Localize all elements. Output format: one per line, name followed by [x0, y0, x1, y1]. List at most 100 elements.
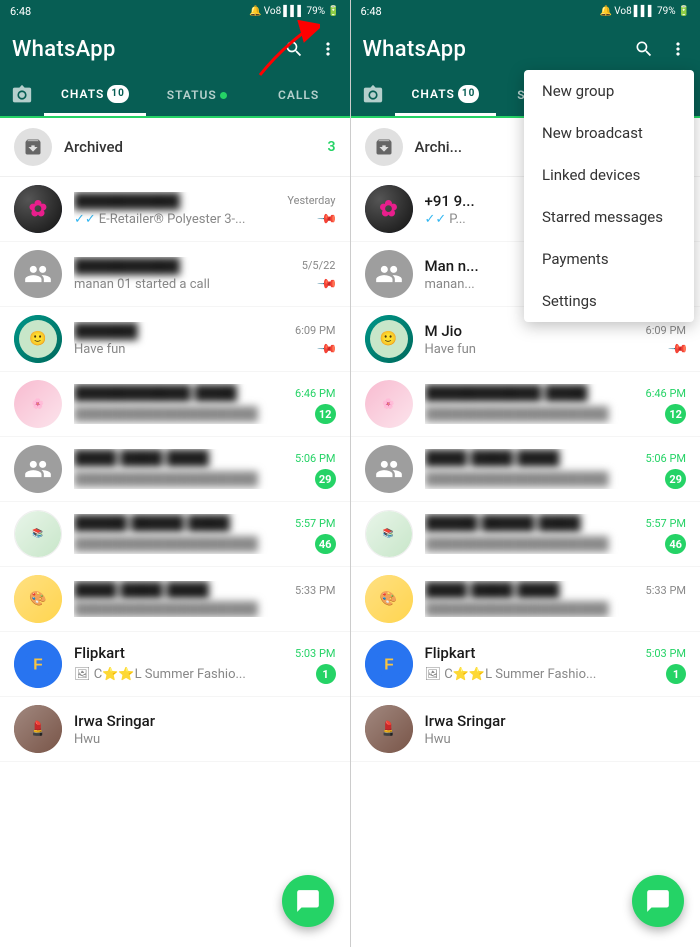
dropdown-settings[interactable]: Settings	[524, 280, 694, 322]
chat-preview-9-right: Hwu	[425, 732, 451, 747]
chat-time-2-left: 5/5/22	[302, 259, 336, 272]
avatar-7-left: 🎨	[14, 575, 62, 623]
chat-item-8-right[interactable]: F Flipkart 5:03 PM 🖼 C⭐⭐L Summer Fashio.…	[351, 632, 700, 697]
chat-content-2-left: ██████████ 5/5/22 manan 01 started a cal…	[74, 257, 336, 292]
chat-time-7-left: 5:33 PM	[295, 584, 335, 597]
chat-item-5-left[interactable]: ████ ████ ████ 5:06 PM █████████████████…	[0, 437, 350, 502]
avatar-1-left: ✿	[14, 185, 62, 233]
avatar-4-right: 🌸	[365, 380, 413, 428]
archived-text-left: Archived	[64, 138, 328, 156]
chat-preview-6-right: ████████████████████	[425, 536, 609, 552]
tab-camera-right[interactable]	[351, 84, 395, 106]
chat-preview-5-left: ████████████████████	[74, 471, 258, 487]
chat-item-1-left[interactable]: ✿ ██████████ Yesterday ✓✓ E-Retailer® Po…	[0, 177, 350, 242]
dropdown-menu: New group New broadcast Linked devices S…	[524, 70, 694, 322]
avatar-7-right: 🎨	[365, 575, 413, 623]
status-icons-left: 🔔 Vo8 ▌▌▌ 79% 🔋	[249, 6, 339, 17]
chat-time-4-right: 6:46 PM	[646, 387, 686, 400]
chat-name-1-left: ██████████	[74, 192, 180, 210]
chat-item-7-right[interactable]: 🎨 ████ ████ ████ 5:33 PM ███████████████…	[351, 567, 700, 632]
tab-chats-left[interactable]: CHATS 10	[44, 74, 146, 116]
status-dot-left	[220, 92, 227, 99]
avatar-6-left: 📚	[14, 510, 62, 558]
tab-chats-label-right: CHATS	[412, 87, 455, 101]
chat-content-6-right: █████ █████ ████ 5:57 PM ███████████████…	[425, 514, 687, 554]
chat-item-4-left[interactable]: 🌸 ███████████ ████ 6:46 PM █████████████…	[0, 372, 350, 437]
app-title-right: WhatsApp	[363, 37, 467, 62]
chat-name-6-left: █████ █████ ████	[74, 514, 230, 532]
chat-content-5-right: ████ ████ ████ 5:06 PM █████████████████…	[425, 449, 687, 489]
avatar-9-left: 💄	[14, 705, 62, 753]
avatar-4-left: 🌸	[14, 380, 62, 428]
chat-item-6-right[interactable]: 📚 █████ █████ ████ 5:57 PM █████████████…	[351, 502, 700, 567]
chat-item-8-left[interactable]: F Flipkart 5:03 PM 🖼 C⭐⭐L Summer Fashio.…	[0, 632, 350, 697]
chat-time-5-left: 5:06 PM	[295, 452, 335, 465]
chat-time-8-left: 5:03 PM	[295, 647, 335, 660]
chat-time-1-left: Yesterday	[287, 194, 335, 207]
chat-content-3-left: ██████ 6:09 PM Have fun 📌	[74, 322, 336, 357]
tab-status-left[interactable]: STATUS	[146, 74, 248, 116]
dropdown-linked-devices[interactable]: Linked devices	[524, 154, 694, 196]
chat-item-3-left[interactable]: 🙂 ██████ 6:09 PM Have fun 📌	[0, 307, 350, 372]
dropdown-payments[interactable]: Payments	[524, 238, 694, 280]
more-vert-icon-right[interactable]	[668, 39, 688, 59]
search-icon-right[interactable]	[634, 39, 654, 59]
tab-calls-label-left: CALLS	[278, 88, 319, 102]
chat-preview-8-right: 🖼 C⭐⭐L Summer Fashio...	[425, 667, 597, 682]
search-icon[interactable]	[284, 39, 304, 59]
avatar-1-right: ✿	[365, 185, 413, 233]
chat-preview-4-right: ████████████████████	[425, 406, 609, 422]
avatar-2-left	[14, 250, 62, 298]
status-time-left: 6:48	[10, 5, 31, 18]
chat-item-6-left[interactable]: 📚 █████ █████ ████ 5:57 PM █████████████…	[0, 502, 350, 567]
tab-chats-right[interactable]: CHATS 10	[395, 74, 497, 116]
chat-name-5-right: ████ ████ ████	[425, 449, 560, 467]
more-vert-icon[interactable]	[318, 39, 338, 59]
avatar-3-left: 🙂	[14, 315, 62, 363]
tabs-bar-left: CHATS 10 STATUS CALLS	[0, 74, 350, 118]
chat-content-3-right: M Jio 6:09 PM Have fun 📌	[425, 322, 687, 357]
fab-right[interactable]	[632, 875, 684, 927]
chat-time-8-right: 5:03 PM	[646, 647, 686, 660]
chat-item-7-left[interactable]: 🎨 ████ ████ ████ 5:33 PM ███████████████…	[0, 567, 350, 632]
dropdown-starred-messages[interactable]: Starred messages	[524, 196, 694, 238]
chat-item-2-left[interactable]: ██████████ 5/5/22 manan 01 started a cal…	[0, 242, 350, 307]
fab-left[interactable]	[282, 875, 334, 927]
app-title-left: WhatsApp	[12, 37, 116, 62]
chat-item-4-right[interactable]: 🌸 ███████████ ████ 6:46 PM █████████████…	[351, 372, 700, 437]
chat-preview-1-right: ✓✓ P...	[425, 212, 466, 227]
avatar-9-right: 💄	[365, 705, 413, 753]
chat-time-6-left: 5:57 PM	[295, 517, 335, 530]
chat-name-9-right: Irwa Sringar	[425, 712, 506, 730]
avatar-5-left	[14, 445, 62, 493]
tab-chats-label-left: CHATS	[61, 87, 104, 101]
chat-preview-3-left: Have fun	[74, 342, 125, 357]
chat-time-3-left: 6:09 PM	[295, 324, 335, 337]
chat-preview-9-left: Hwu	[74, 732, 100, 747]
chat-preview-6-left: ████████████████████	[74, 536, 258, 552]
pin-icon-1-left: 📌	[316, 208, 335, 227]
chat-preview-8-left: 🖼 C⭐⭐L Summer Fashio...	[74, 667, 246, 682]
archived-icon-right	[365, 128, 403, 166]
chat-time-3-right: 6:09 PM	[646, 324, 686, 337]
avatar-2-right	[365, 250, 413, 298]
chat-item-9-left[interactable]: 💄 Irwa Sringar Hwu	[0, 697, 350, 762]
dropdown-new-broadcast[interactable]: New broadcast	[524, 112, 694, 154]
chat-content-7-left: ████ ████ ████ 5:33 PM █████████████████…	[74, 581, 336, 617]
chat-content-4-left: ███████████ ████ 6:46 PM ███████████████…	[74, 384, 336, 424]
unread-badge-4-left: 12	[315, 404, 336, 424]
tab-status-label-left: STATUS	[167, 88, 217, 102]
unread-badge-6-left: 46	[315, 534, 336, 554]
tab-calls-left[interactable]: CALLS	[248, 74, 350, 116]
tab-camera-left[interactable]	[0, 84, 44, 106]
chat-item-5-right[interactable]: ████ ████ ████ 5:06 PM █████████████████…	[351, 437, 700, 502]
avatar-6-right: 📚	[365, 510, 413, 558]
app-bar-icons-right	[634, 39, 688, 59]
chat-item-9-right[interactable]: 💄 Irwa Sringar Hwu	[351, 697, 700, 762]
chat-content-1-left: ██████████ Yesterday ✓✓ E-Retailer® Poly…	[74, 192, 336, 227]
pin-icon-3-left: 📌	[316, 338, 335, 357]
dropdown-new-group[interactable]: New group	[524, 70, 694, 112]
chat-name-1-right: +91 9...	[425, 192, 475, 210]
chat-content-5-left: ████ ████ ████ 5:06 PM █████████████████…	[74, 449, 336, 489]
archived-row-left[interactable]: Archived 3	[0, 118, 350, 177]
